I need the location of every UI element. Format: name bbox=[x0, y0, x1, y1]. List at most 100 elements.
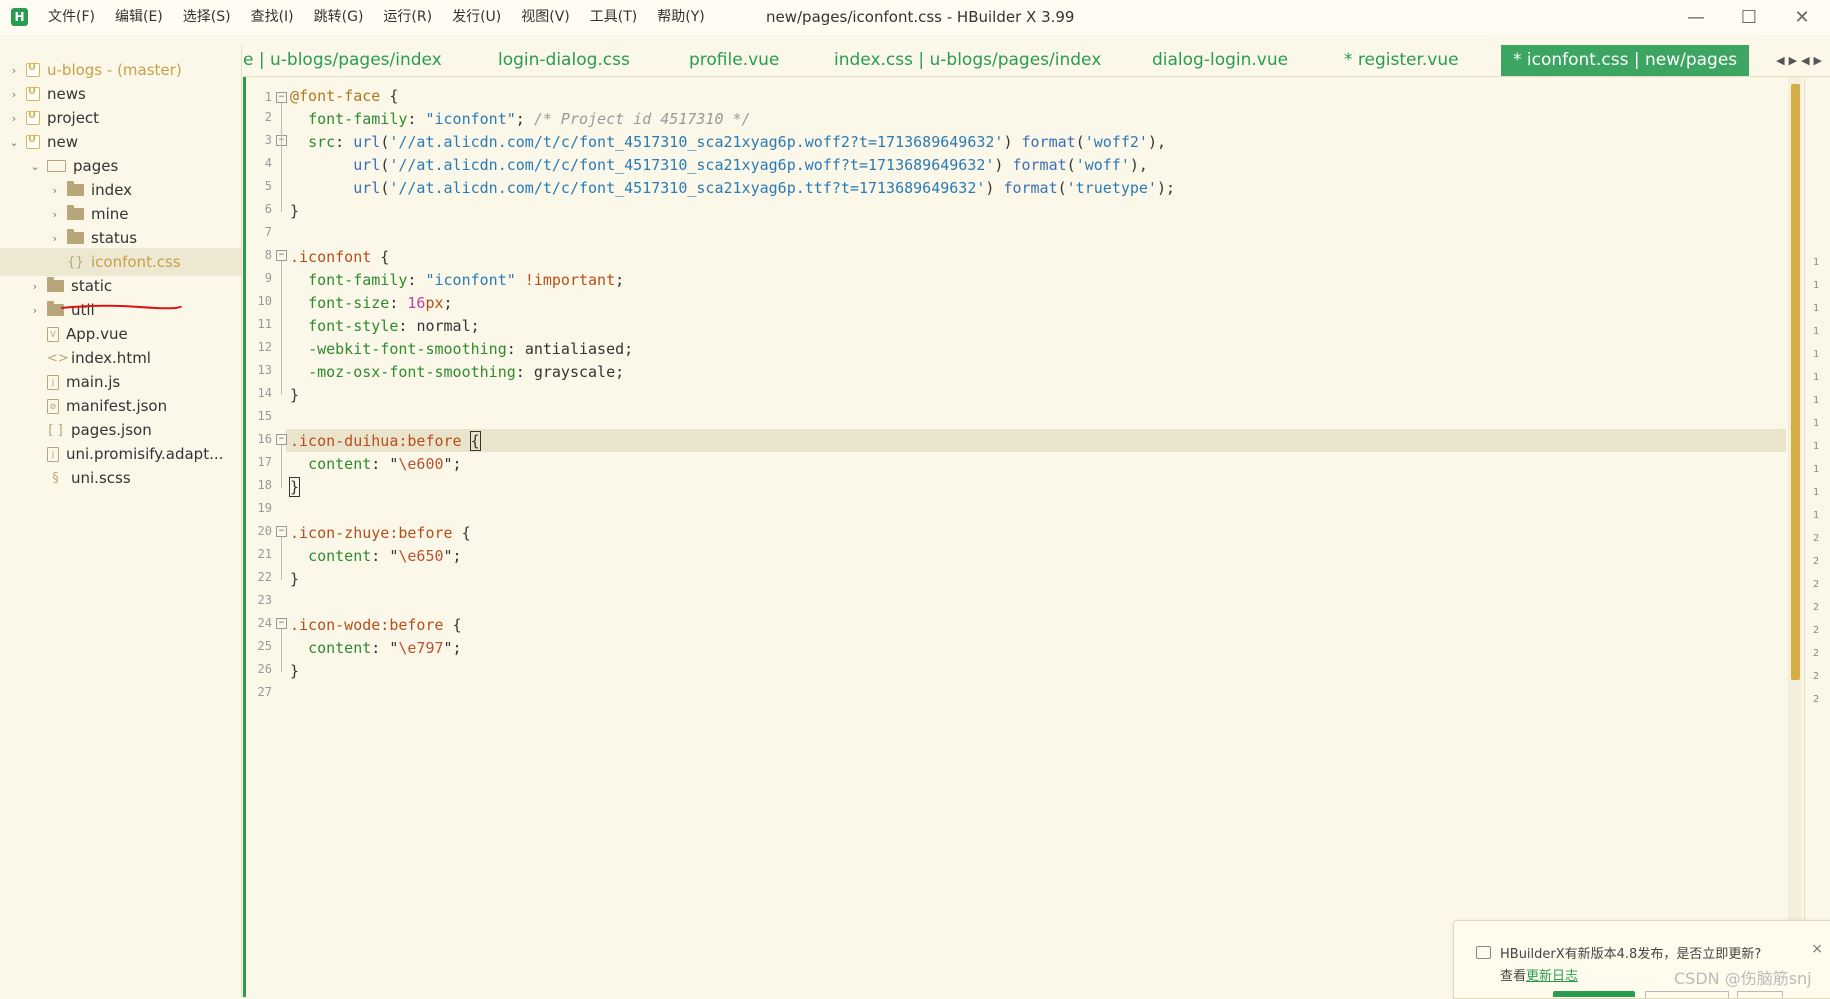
close-button[interactable]: ✕ bbox=[1782, 0, 1822, 35]
code-line-2: font-family: "iconfont"; /* Project id 4… bbox=[308, 110, 751, 128]
minimap-line-marker: 1 bbox=[1813, 441, 1820, 452]
message-icon bbox=[1476, 946, 1491, 959]
notification-close-button[interactable]: × bbox=[1811, 941, 1823, 957]
code-line-20: .icon-zhuye:before { bbox=[290, 524, 471, 542]
code-line-1: @font-face { bbox=[290, 87, 399, 105]
csdn-watermark: CSDN @伤脑筋snj bbox=[1674, 969, 1812, 988]
tab-index-css[interactable]: index.css | u-blogs/pages/index bbox=[834, 45, 1101, 76]
line-number: 10 bbox=[257, 294, 272, 308]
js-file-icon: J bbox=[47, 374, 59, 390]
fold-guide bbox=[281, 261, 282, 395]
tree-item-label: static bbox=[71, 277, 113, 295]
chevron-down-icon[interactable]: ⌄ bbox=[8, 136, 20, 149]
code-editor[interactable]: 1 2 3 4 5 6 7 8 9 10 11 12 13 14 15 16 1… bbox=[243, 77, 1791, 997]
minimize-button[interactable]: — bbox=[1676, 0, 1716, 35]
code-line-4: url('//at.alicdn.com/t/c/font_4517310_sc… bbox=[353, 156, 1148, 174]
tab-scroll-arrows-icon[interactable]: ◀▶◀▶ bbox=[1776, 45, 1826, 76]
chevron-right-icon[interactable]: › bbox=[8, 112, 20, 125]
line-number: 12 bbox=[257, 340, 272, 354]
chevron-right-icon[interactable]: › bbox=[8, 88, 20, 101]
chevron-right-icon[interactable]: › bbox=[49, 208, 61, 221]
line-number: 7 bbox=[264, 225, 272, 239]
code-line-5: url('//at.alicdn.com/t/c/font_4517310_sc… bbox=[353, 179, 1176, 197]
line-number: 8 bbox=[264, 248, 272, 262]
minimap-line-marker: 2 bbox=[1813, 625, 1820, 636]
folder-open-icon bbox=[47, 160, 66, 172]
line-number: 9 bbox=[264, 271, 272, 285]
update-now-button[interactable] bbox=[1553, 991, 1635, 997]
project-icon bbox=[26, 62, 40, 77]
line-number: 16 bbox=[257, 432, 272, 446]
chevron-right-icon[interactable]: › bbox=[29, 280, 41, 293]
fold-toggle-icon[interactable]: − bbox=[276, 618, 287, 629]
line-number: 2 bbox=[264, 110, 272, 124]
minimap-line-marker: 1 bbox=[1813, 257, 1820, 268]
tree-item-label: uni.scss bbox=[71, 469, 131, 487]
title-bar: H 文件(F) 编辑(E) 选择(S) 查找(I) 跳转(G) 运行(R) 发行… bbox=[0, 0, 1830, 35]
minimap-line-marker: 2 bbox=[1813, 533, 1820, 544]
line-number: 18 bbox=[257, 478, 272, 492]
minimap-line-marker: 2 bbox=[1813, 579, 1820, 590]
minimap-line-marker: 2 bbox=[1813, 556, 1820, 567]
line-number: 26 bbox=[257, 662, 272, 676]
folder-icon bbox=[67, 229, 84, 244]
tab-index-u-blogs[interactable]: e | u-blogs/pages/index bbox=[243, 45, 442, 76]
minimap-line-marker: 1 bbox=[1813, 487, 1820, 498]
changelog-link[interactable]: 更新日志 bbox=[1526, 969, 1578, 984]
line-number: 23 bbox=[257, 593, 272, 607]
tree-item-uni-scss[interactable]: § uni.scss bbox=[0, 464, 282, 492]
menu-select[interactable]: 选择(S) bbox=[183, 0, 231, 35]
tree-item-label: mine bbox=[91, 205, 129, 223]
maximize-button[interactable]: ☐ bbox=[1729, 0, 1769, 35]
scrollbar-thumb[interactable] bbox=[1791, 84, 1800, 680]
line-number: 21 bbox=[257, 547, 272, 561]
code-line-13: -moz-osx-font-smoothing: grayscale; bbox=[308, 363, 625, 381]
minimap-line-marker: 1 bbox=[1813, 280, 1820, 291]
menu-publish[interactable]: 发行(U) bbox=[452, 0, 501, 35]
tree-item-label: main.js bbox=[66, 373, 121, 391]
chevron-right-icon[interactable]: › bbox=[29, 304, 41, 317]
code-line-16: .icon-duihua:before { bbox=[290, 431, 481, 451]
tab-dialog-login-vue[interactable]: dialog-login.vue bbox=[1152, 45, 1288, 76]
fold-guide bbox=[281, 445, 282, 488]
tab-profile-vue[interactable]: profile.vue bbox=[689, 45, 779, 76]
tree-item-label: pages bbox=[73, 157, 119, 175]
line-number: 22 bbox=[257, 570, 272, 584]
minimap-line-marker: 2 bbox=[1813, 648, 1820, 659]
menu-find[interactable]: 查找(I) bbox=[251, 0, 294, 35]
hbuilder-logo-icon: H bbox=[11, 8, 28, 26]
code-line-22: } bbox=[290, 570, 300, 588]
menu-edit[interactable]: 编辑(E) bbox=[115, 0, 163, 35]
line-number: 13 bbox=[257, 363, 272, 377]
fold-toggle-icon[interactable]: − bbox=[276, 434, 287, 445]
chevron-right-icon[interactable]: › bbox=[49, 184, 61, 197]
menu-goto[interactable]: 跳转(G) bbox=[314, 0, 364, 35]
chevron-down-icon[interactable]: ⌄ bbox=[29, 160, 41, 173]
minimap-line-marker: 1 bbox=[1813, 349, 1820, 360]
code-line-26: } bbox=[290, 662, 300, 680]
folder-icon bbox=[47, 277, 64, 292]
menu-help[interactable]: 帮助(Y) bbox=[657, 0, 704, 35]
tab-register-vue[interactable]: * register.vue bbox=[1344, 45, 1459, 76]
fold-toggle-icon[interactable]: − bbox=[276, 92, 287, 103]
chevron-right-icon[interactable]: › bbox=[49, 232, 61, 245]
menu-tools[interactable]: 工具(T) bbox=[590, 0, 637, 35]
tree-item-label: manifest.json bbox=[66, 397, 168, 415]
menu-run[interactable]: 运行(R) bbox=[383, 0, 432, 35]
tab-login-dialog-css[interactable]: login-dialog.css bbox=[498, 45, 630, 76]
red-underline-annotation bbox=[60, 304, 182, 310]
project-icon bbox=[26, 86, 40, 101]
code-line-17: content: "\e600"; bbox=[308, 455, 462, 473]
menu-view[interactable]: 视图(V) bbox=[521, 0, 570, 35]
fold-toggle-icon[interactable]: − bbox=[276, 250, 287, 261]
tab-iconfont-css[interactable]: * iconfont.css | new/pages bbox=[1501, 45, 1750, 76]
fold-toggle-icon[interactable]: − bbox=[276, 526, 287, 537]
minimap[interactable]: 1 1 1 1 1 1 1 1 1 1 1 1 2 2 2 2 2 2 2 2 bbox=[1804, 77, 1830, 997]
minimap-line-marker: 2 bbox=[1813, 671, 1820, 682]
chevron-right-icon[interactable]: › bbox=[8, 64, 20, 77]
current-line-highlight bbox=[286, 429, 1786, 452]
line-number: 11 bbox=[257, 317, 272, 331]
menu-file[interactable]: 文件(F) bbox=[48, 0, 95, 35]
line-number: 19 bbox=[257, 501, 272, 515]
tree-item-label: App.vue bbox=[66, 325, 128, 343]
